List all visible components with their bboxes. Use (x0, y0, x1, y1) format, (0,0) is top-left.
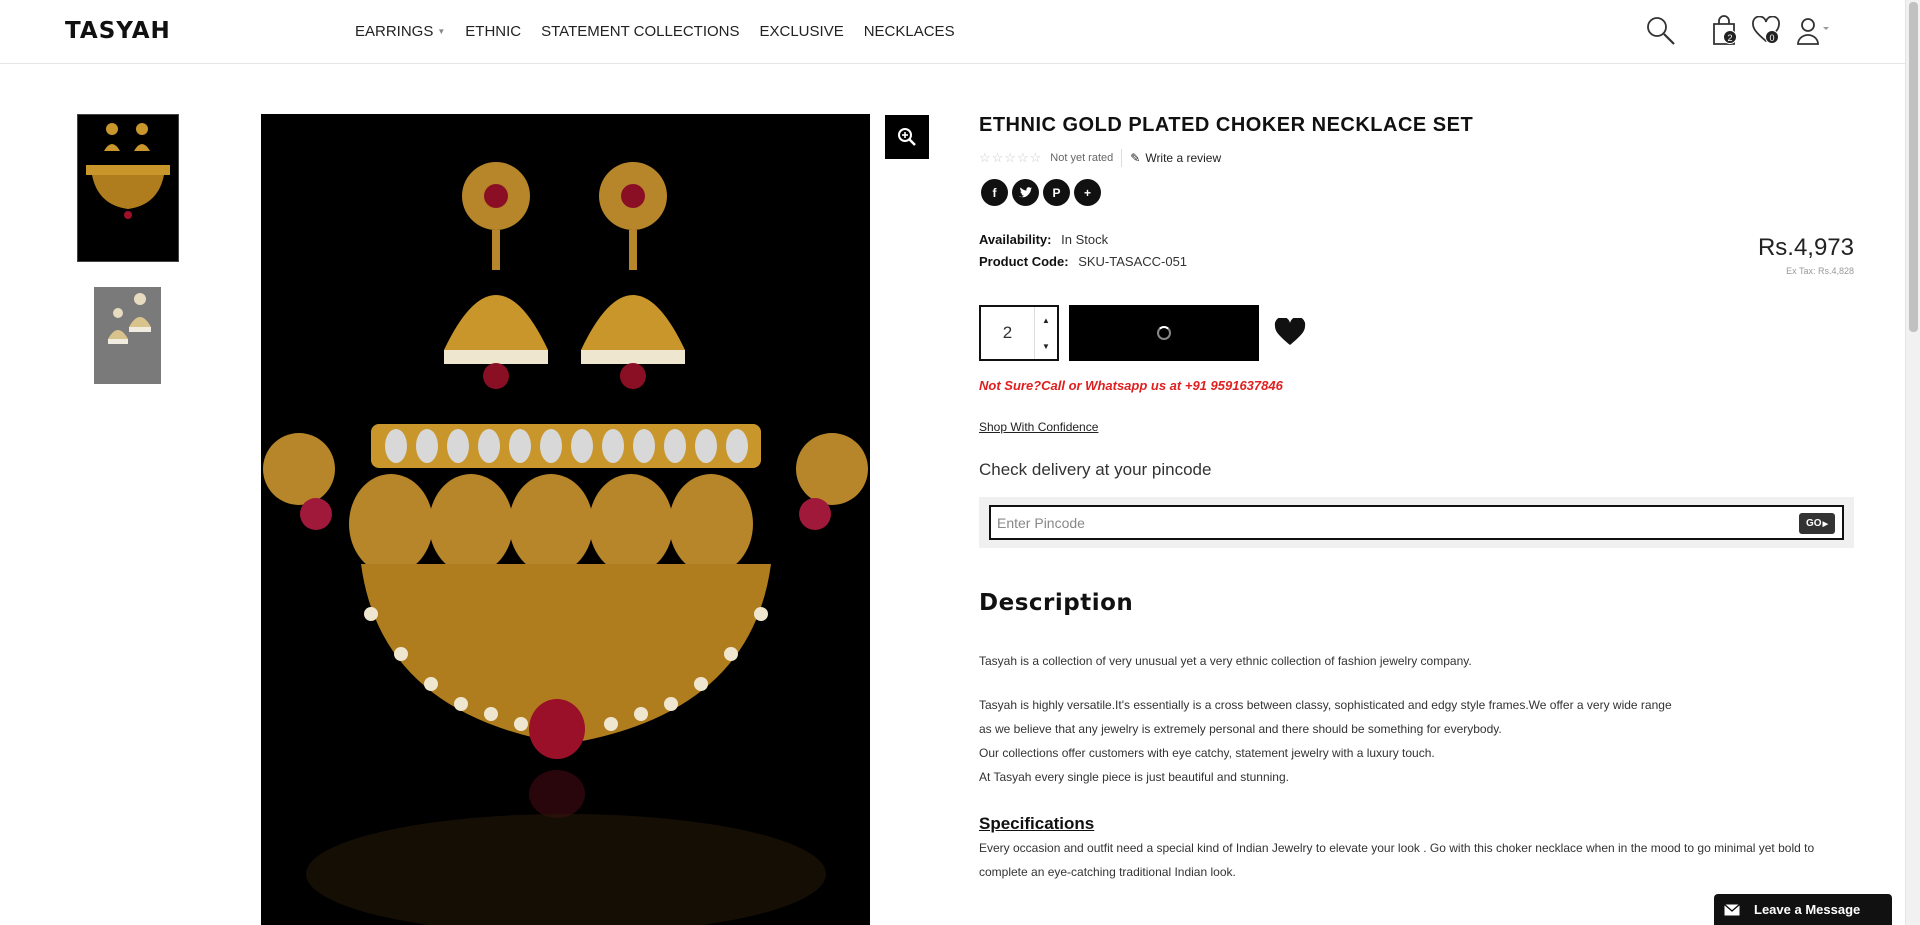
caret-right-icon: ▶ (1822, 520, 1828, 528)
availability: Availability: In Stock (979, 232, 1108, 247)
write-review-link[interactable]: ✎ Write a review (1130, 151, 1221, 165)
quantity-input[interactable]: 2 (981, 307, 1035, 359)
nav-label: EARRINGS (355, 23, 434, 40)
quantity-down-icon[interactable]: ▼ (1042, 342, 1050, 351)
page-scrollbar[interactable] (1905, 0, 1920, 925)
user-icon[interactable] (1797, 17, 1833, 50)
pincode-go-button[interactable]: GO ▶ (1799, 513, 1835, 534)
rating-text: Not yet rated (1050, 152, 1114, 164)
pincode-heading: Check delivery at your pincode (979, 460, 1212, 479)
site-header: TASYAH EARRINGS ▼ ETHNIC STATEMENT COLLE… (0, 0, 1905, 64)
search-icon[interactable] (1645, 15, 1677, 52)
shop-with-confidence-link[interactable]: Shop With Confidence (979, 420, 1098, 434)
product-code: Product Code: SKU-TASACC-051 (979, 254, 1187, 269)
share-buttons: f P + (981, 179, 1101, 206)
pencil-icon: ✎ (1130, 151, 1141, 165)
product-thumbnail-2[interactable] (94, 287, 161, 384)
quantity-stepper[interactable]: 2 ▲ ▼ (979, 305, 1059, 361)
cart-count-badge: 2 (1723, 30, 1737, 44)
main-nav: EARRINGS ▼ ETHNIC STATEMENT COLLECTIONS … (355, 23, 975, 40)
envelope-icon (1724, 903, 1740, 915)
add-to-wishlist-heart-icon[interactable] (1274, 316, 1306, 351)
pincode-field-wrap: GO ▶ (989, 505, 1844, 540)
rating-stars: ☆☆☆☆☆ (979, 150, 1043, 165)
nav-item-ethnic[interactable]: ETHNIC (465, 23, 521, 40)
add-to-cart-button[interactable] (1069, 305, 1259, 361)
nav-item-necklaces[interactable]: NECKLACES (864, 23, 955, 40)
earring-right (581, 162, 685, 389)
quantity-arrows: ▲ ▼ (1035, 307, 1057, 359)
availability-value: In Stock (1061, 232, 1109, 247)
description-paragraph: Tasyah is highly versatile.It's essentia… (979, 698, 1672, 712)
loading-spinner-icon (1157, 326, 1171, 340)
product-code-label: Product Code: (979, 254, 1069, 269)
go-label: GO (1806, 518, 1822, 529)
price-ex-tax: Ex Tax: Rs.4,828 (1786, 266, 1854, 276)
zoom-button[interactable] (885, 115, 929, 159)
contact-callout: Not Sure?Call or Whatsapp us at +91 9591… (979, 378, 1283, 393)
chevron-down-icon: ▼ (437, 27, 446, 36)
write-review-label: Write a review (1145, 151, 1222, 165)
heart-icon[interactable]: 0 (1751, 15, 1781, 49)
description-paragraph: Tasyah is a collection of very unusual y… (979, 654, 1472, 668)
nav-item-exclusive[interactable]: EXCLUSIVE (760, 23, 844, 40)
pincode-input[interactable] (991, 507, 1771, 538)
description-paragraph: as we believe that any jewelry is extrem… (979, 722, 1502, 736)
specifications-text: Every occasion and outfit need a special… (979, 841, 1815, 879)
description-paragraph: At Tasyah every single piece is just bea… (979, 770, 1289, 784)
divider (1121, 149, 1123, 167)
nav-item-statement-collections[interactable]: STATEMENT COLLECTIONS (541, 23, 739, 40)
product-thumbnail-1[interactable] (77, 114, 179, 262)
scrollbar-thumb[interactable] (1909, 2, 1918, 332)
leave-message-button[interactable]: Leave a Message (1714, 894, 1892, 925)
site-logo[interactable]: TASYAH (65, 18, 171, 44)
wishlist-count-badge: 0 (1765, 30, 1779, 44)
plus-icon[interactable]: + (1074, 179, 1101, 206)
zoom-in-icon (898, 128, 916, 146)
nav-item-earrings[interactable]: EARRINGS ▼ (355, 23, 445, 40)
product-code-value: SKU-TASACC-051 (1078, 254, 1188, 269)
leave-message-label: Leave a Message (1754, 902, 1861, 917)
facebook-icon[interactable]: f (981, 179, 1008, 206)
price-block: Rs.4,973 Ex Tax: Rs.4,828 (1758, 234, 1854, 276)
description-heading: Description (979, 590, 1134, 616)
pincode-checker: GO ▶ (979, 497, 1854, 548)
availability-label: Availability: (979, 232, 1052, 247)
price: Rs.4,973 (1757, 234, 1854, 261)
rating-row: ☆☆☆☆☆ Not yet rated ✎ Write a review (979, 149, 1221, 167)
specifications-heading: Specifications (979, 814, 1095, 833)
twitter-icon[interactable] (1012, 179, 1039, 206)
cart-icon[interactable]: 2 (1711, 14, 1737, 51)
product-main-image[interactable] (261, 114, 870, 925)
description-paragraph: Our collections offer customers with eye… (979, 746, 1435, 760)
pinterest-icon[interactable]: P (1043, 179, 1070, 206)
product-title: ETHNIC GOLD PLATED CHOKER NECKLACE SET (979, 114, 1474, 136)
header-actions: 2 0 (1645, 14, 1905, 50)
quantity-up-icon[interactable]: ▲ (1042, 316, 1050, 325)
earring-left (444, 162, 548, 389)
